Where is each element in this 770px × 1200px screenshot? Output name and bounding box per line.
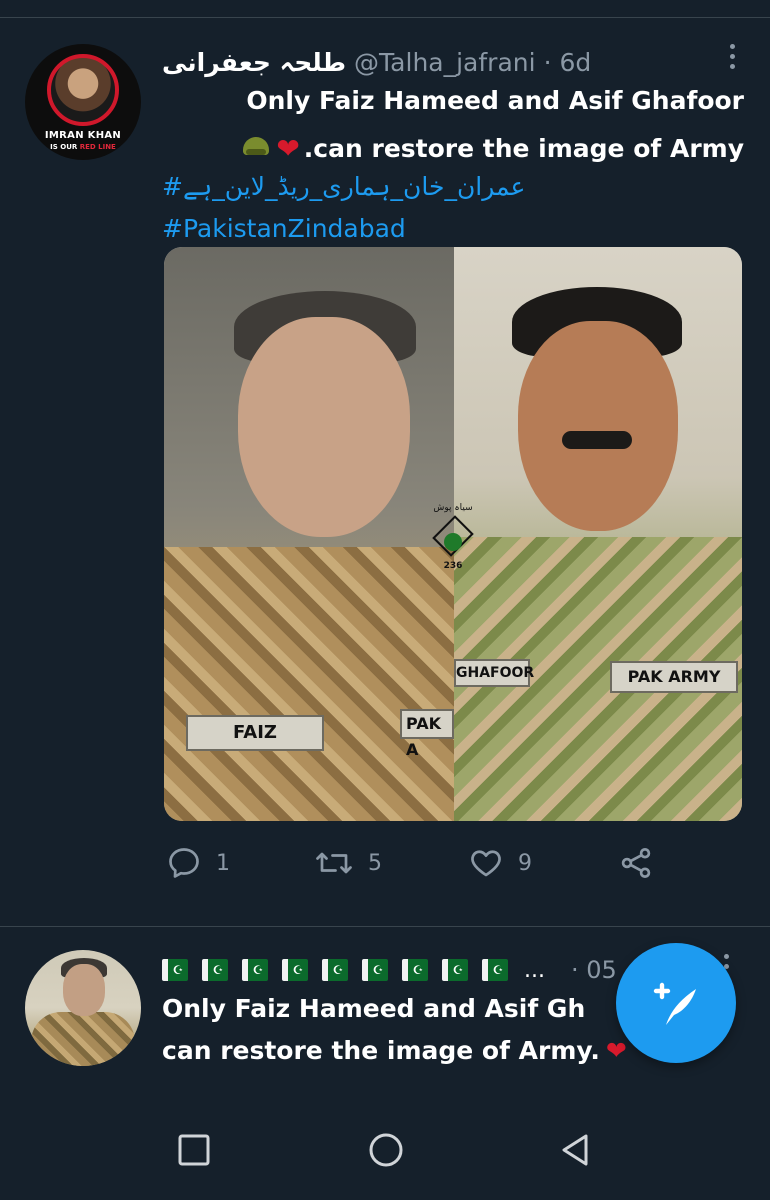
army-tag-right: PAK ARMY [610,661,738,693]
share-icon [621,848,651,878]
military-helmet-icon [242,135,270,161]
back-triangle-icon [562,1134,588,1166]
hashtag-urdu[interactable]: #عمران_خان_ہماری_ریڈ_لاین_ہے [162,172,525,201]
home-circle-icon [369,1133,403,1167]
retweet-button[interactable]: 5 [314,838,382,888]
more-options-icon[interactable] [726,44,738,74]
recent-apps-button[interactable] [174,1130,214,1170]
compose-tweet-button[interactable] [616,943,736,1063]
reply-icon [169,848,199,878]
top-divider [0,17,770,18]
tweet-actions: 1 5 9 [0,838,770,888]
retweet-count: 5 [368,850,382,876]
media-left-portrait: FAIZ PAK A [164,247,454,821]
avatar-caption-sub: IS OUR RED LINE [25,143,141,151]
recent-apps-square-icon [178,1134,210,1166]
name-tag-ghafoor: GHAFOOR [454,659,534,687]
pakistan-flag-icon: ☪ [162,959,188,981]
tweet-text-line2: ❤ .can restore the image of Army [162,128,744,168]
watermark-number: 236 [443,561,463,571]
red-heart-icon: ❤ [276,131,300,165]
avatar-caption-start: IS OUR [50,143,78,151]
watermark-logo: سیاہ پوش 236 [428,503,478,575]
media-right-portrait: GHAFOOR PAK ARMY [454,247,742,821]
pakistan-flag-icon: ☪ [282,959,308,981]
avatar-caption: IMRAN KHAN [44,130,122,141]
retweet-icon [316,852,352,874]
pakistan-flag-icon: ☪ [322,959,348,981]
reply-button[interactable]: 1 [166,838,230,888]
pakistan-flag-icon: ☪ [202,959,228,981]
author-handle[interactable]: @Talha_jafrani [354,48,536,77]
watermark-text: سیاہ پوش [433,503,473,513]
like-button[interactable]: 9 [468,838,532,888]
tweet-divider [0,926,770,927]
tweet-timestamp[interactable]: 6d [560,48,592,77]
reply-count: 1 [216,850,230,876]
avatar-caption-accent: RED LINE [79,143,116,151]
home-button[interactable] [366,1130,406,1170]
red-heart-icon: ❤ [605,1036,627,1065]
pakistan-flag-icon: ☪ [242,959,268,981]
tweet-media-image[interactable]: FAIZ PAK A GHAFOOR PAK ARMY سیاہ پوش 236 [164,247,742,821]
avatar-portrait [47,54,119,126]
name-tag-faiz: FAIZ [186,715,324,751]
meta-separator: · [543,47,552,77]
share-button[interactable] [618,838,654,888]
author-avatar[interactable]: IMRAN KHAN IS OUR RED LINE [25,44,141,160]
tweet-text-line1: Only Faiz Hameed and Asif Ghafoor [246,86,744,115]
tweet2-header: ☪ ☪ ☪ ☪ ☪ ☪ ☪ ☪ ☪ ... · 05 [162,954,617,986]
tweet2-text-line2: can restore the image of Army. ❤ [162,1036,627,1065]
pakistan-flag-icon: ☪ [402,959,428,981]
author-avatar-2[interactable] [25,950,141,1066]
pakistan-flag-icon: ☪ [362,959,388,981]
back-button[interactable] [556,1130,596,1170]
army-tag-left: PAK A [400,709,454,759]
hashtag-pakistan-zindabad[interactable]: #PakistanZindabad [162,214,406,243]
tweet-text-line2-content: .can restore the image of Army [303,133,744,163]
pakistan-flag-icon: ☪ [442,959,468,981]
like-count: 9 [518,850,532,876]
like-icon [471,850,501,877]
tweet-header: طلحہ جعفرانی @Talha_jafrani · 6d [162,44,591,80]
system-navigation-bar [0,1100,770,1200]
author-name[interactable]: طلحہ جعفرانی [162,48,346,77]
pakistan-flag-icon: ☪ [482,959,508,981]
tweet2-timestamp[interactable]: · 05 [571,956,617,984]
compose-tweet-icon [653,982,696,1025]
author-name-ellipsis: ... [524,957,545,983]
tweet2-text-line1: Only Faiz Hameed and Asif Gh [162,994,586,1023]
tweet2-text-line2-content: can restore the image of Army. [162,1036,600,1065]
